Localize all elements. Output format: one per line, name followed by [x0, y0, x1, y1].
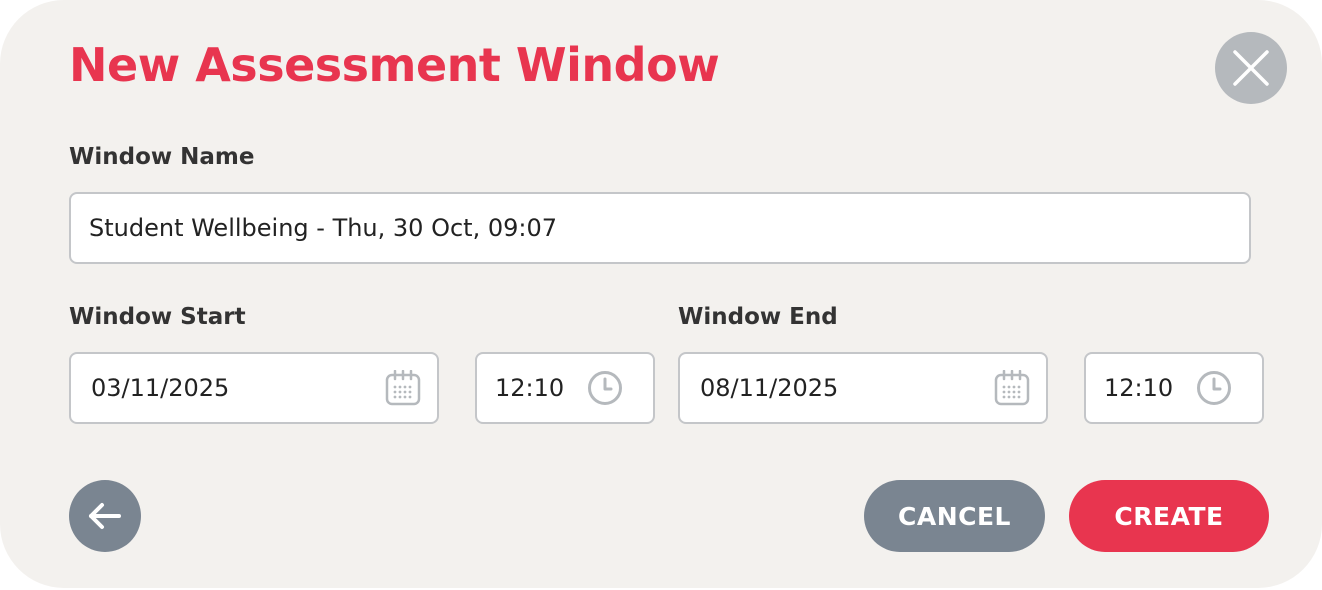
new-assessment-window-modal: New Assessment Window Window Name Window…	[0, 0, 1322, 588]
close-button[interactable]	[1215, 32, 1287, 104]
calendar-icon[interactable]	[385, 370, 421, 406]
window-name-input[interactable]	[89, 214, 1231, 242]
create-button[interactable]: CREATE	[1069, 480, 1269, 552]
window-start-label: Window Start	[69, 304, 246, 330]
arrow-left-icon	[87, 501, 123, 531]
modal-title: New Assessment Window	[69, 38, 720, 92]
window-start-time-field[interactable]: 12:10	[475, 352, 655, 424]
window-end-label: Window End	[678, 304, 838, 330]
clock-icon[interactable]	[587, 370, 623, 406]
window-name-label: Window Name	[69, 144, 255, 170]
window-end-date-value: 08/11/2025	[700, 374, 839, 402]
window-start-date-field[interactable]: 03/11/2025	[69, 352, 439, 424]
window-end-date-field[interactable]: 08/11/2025	[678, 352, 1048, 424]
window-name-field[interactable]	[69, 192, 1251, 264]
calendar-icon[interactable]	[994, 370, 1030, 406]
window-end-time-value: 12:10	[1104, 374, 1174, 402]
clock-icon[interactable]	[1196, 370, 1232, 406]
window-start-date-value: 03/11/2025	[91, 374, 230, 402]
cancel-button[interactable]: CANCEL	[864, 480, 1045, 552]
close-icon	[1231, 48, 1271, 88]
back-button[interactable]	[69, 480, 141, 552]
window-start-time-value: 12:10	[495, 374, 565, 402]
window-end-time-field[interactable]: 12:10	[1084, 352, 1264, 424]
